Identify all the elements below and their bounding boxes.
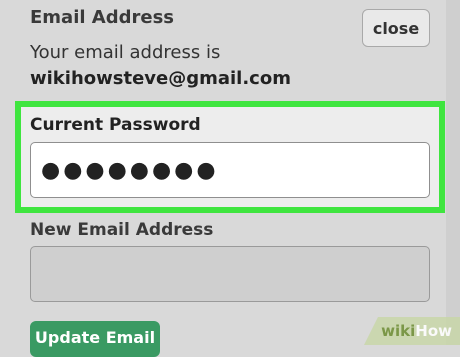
email-settings-panel: Email Address close Your email address i… <box>0 0 447 345</box>
current-email-value: wikihowsteve@gmail.com <box>30 68 291 89</box>
new-email-label: New Email Address <box>30 220 213 240</box>
watermark-how: How <box>415 322 452 340</box>
watermark-wiki: wiki <box>381 322 415 340</box>
section-title: Email Address <box>30 7 174 28</box>
new-email-input[interactable] <box>30 246 430 302</box>
password-mask: ●●●●●●●● <box>41 158 219 183</box>
close-button[interactable]: close <box>362 9 430 47</box>
wikihow-watermark: wikiHow <box>364 317 460 345</box>
email-info-text: Your email address is <box>30 42 220 63</box>
current-password-label: Current Password <box>30 115 201 135</box>
update-email-button[interactable]: Update Email <box>30 321 160 357</box>
outer-background <box>446 0 460 345</box>
current-password-input[interactable]: ●●●●●●●● <box>30 142 430 198</box>
